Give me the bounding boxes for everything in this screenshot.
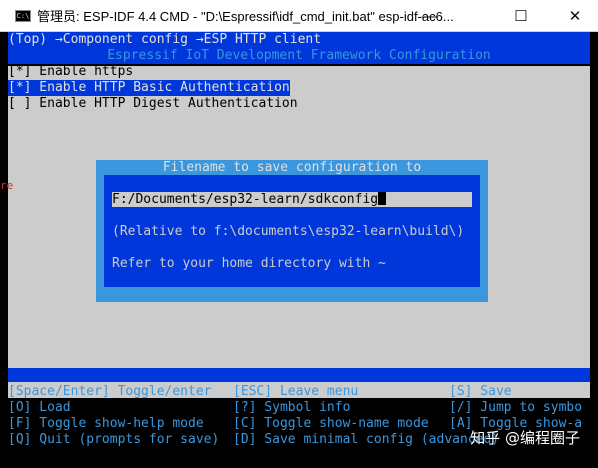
help-save: [S] Save	[449, 384, 512, 399]
home-directory-hint: Refer to your home directory with ~	[112, 256, 386, 271]
relative-path-text: (Relative to f:\documents\esp32-learn\bu…	[112, 224, 465, 239]
window-titlebar[interactable]: C:\ 管理员: ESP-IDF 4.4 CMD - "D:\Espressif…	[0, 0, 598, 32]
help-symbol-info: [?] Symbol info	[233, 400, 351, 415]
watermark: 知乎 @编程圈子	[470, 429, 580, 447]
maximize-button[interactable]: ☐	[498, 0, 544, 32]
menu-item-enable-https[interactable]: [*] Enable https	[8, 64, 133, 80]
help-quit: [Q] Quit (prompts for save)	[8, 432, 220, 447]
breadcrumb: (Top) →Component config →ESP HTTP client	[8, 32, 590, 48]
console-window[interactable]: (Top) →Component config →ESP HTTP client…	[0, 32, 598, 468]
help-toggle-enter: [Space/Enter] Toggle/enter	[8, 384, 212, 399]
minimize-button[interactable]: —	[406, 0, 452, 32]
close-button[interactable]: ✕	[552, 0, 598, 32]
menu-item-basic-auth[interactable]: [*] Enable HTTP Basic Authentication	[8, 80, 290, 96]
help-show-help: [F] Toggle show-help mode	[8, 416, 204, 431]
text-cursor	[378, 192, 387, 205]
menu-item-digest-auth[interactable]: [ ] Enable HTTP Digest Authentication	[8, 96, 298, 112]
help-leave-menu: [ESC] Leave menu	[233, 384, 359, 399]
help-divider	[8, 368, 590, 382]
filename-input-value: F:/Documents/esp32-learn/sdkconfig	[112, 192, 379, 207]
header-title: Espressif IoT Development Framework Conf…	[8, 48, 590, 64]
save-dialog-title: Filename to save configuration to	[162, 160, 422, 175]
help-show-name: [C] Toggle show-name mode	[233, 416, 429, 431]
filename-input[interactable]: F:/Documents/esp32-learn/sdkconfig	[112, 192, 472, 207]
help-load: [O] Load	[8, 400, 71, 415]
help-jump-symbol: [/] Jump to symbo	[449, 400, 583, 415]
console-app-icon: C:\	[15, 9, 31, 22]
help-save-minimal: [D] Save minimal config (advanced)	[233, 432, 500, 447]
left-edge-mark: re	[0, 179, 14, 192]
